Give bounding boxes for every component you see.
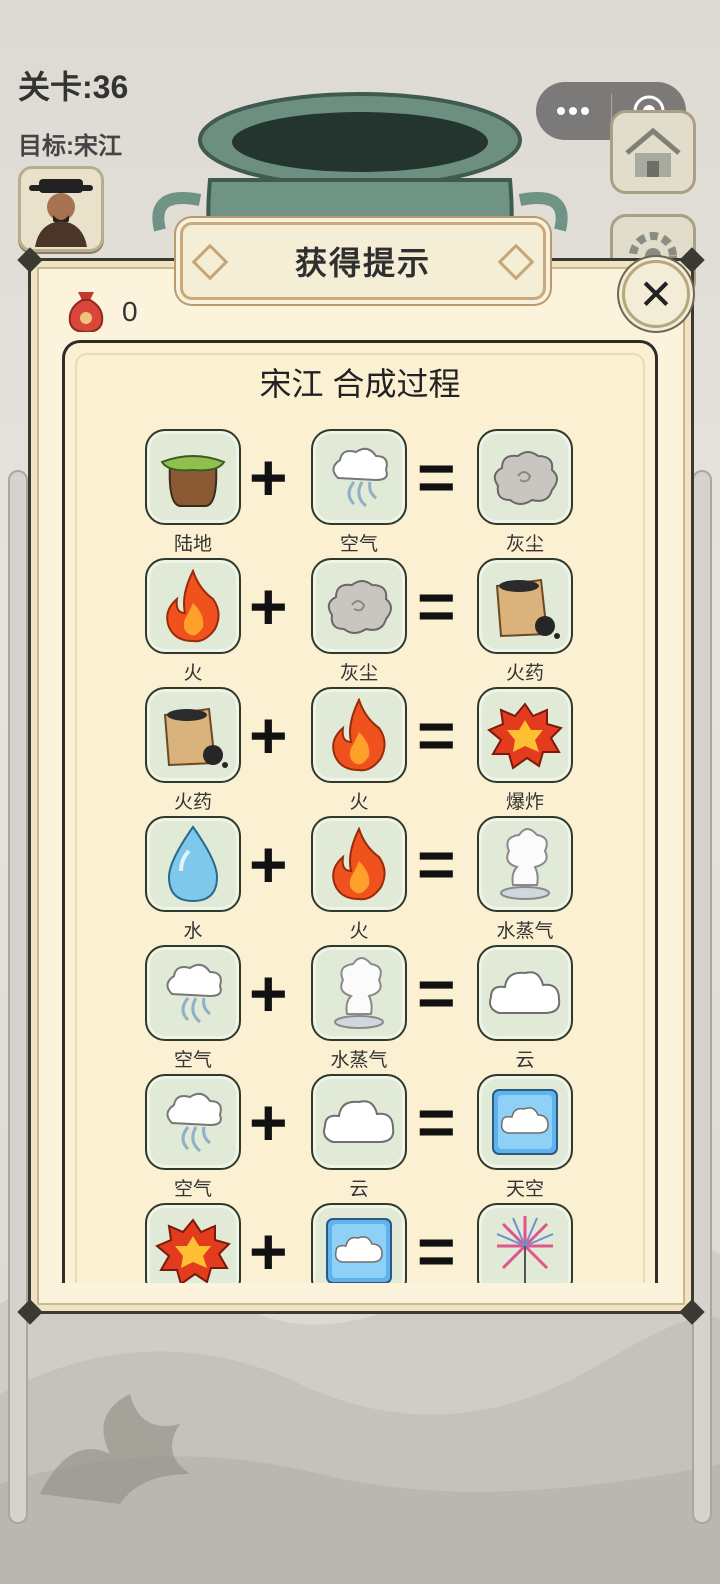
element-label: 空气 <box>173 1179 212 1200</box>
air-icon <box>145 945 241 1041</box>
water-icon <box>145 816 241 912</box>
equals-operator: = <box>417 569 456 643</box>
ingredient-slot[interactable]: 空气 <box>145 945 241 1071</box>
element-label: 火 <box>349 921 369 942</box>
level-indicator: 关卡:36 <box>18 69 129 105</box>
steam-icon <box>311 945 407 1041</box>
element-label: 空气 <box>339 534 378 555</box>
equals-operator: = <box>417 440 456 514</box>
explosion-icon <box>145 1203 241 1283</box>
air-icon <box>311 429 407 525</box>
cloud-icon <box>477 945 573 1041</box>
explosion-icon <box>477 687 573 783</box>
cloud-icon <box>311 1074 407 1170</box>
air-icon <box>145 1074 241 1170</box>
character-icon <box>29 179 93 247</box>
plus-operator: + <box>249 569 288 643</box>
result-slot[interactable]: 火药 <box>477 558 573 684</box>
plus-operator: + <box>249 956 288 1030</box>
fire-icon <box>311 816 407 912</box>
plus-operator: + <box>249 827 288 901</box>
dust-icon <box>311 558 407 654</box>
target-character-avatar[interactable] <box>18 166 104 252</box>
steam-icon <box>477 816 573 912</box>
process-panel: 宋江 合成过程 陆地 + 空气 = 灰尘火 + 灰尘 = 火药 火药 + 火 = 爆炸水 + 火 = 水蒸气 空气 +… <box>62 340 658 1283</box>
plus-operator: + <box>249 440 288 514</box>
close-icon: ✕ <box>638 270 674 318</box>
element-label: 火 <box>183 663 203 684</box>
money-bag-icon <box>68 292 104 332</box>
recipe-row: + = <box>145 1203 635 1283</box>
ingredient-slot[interactable]: 空气 <box>145 1074 241 1200</box>
equals-operator: = <box>417 1085 456 1159</box>
ingredient-slot[interactable]: 云 <box>311 1074 407 1200</box>
target-label: 目标:宋江 <box>18 133 122 160</box>
element-label: 灰尘 <box>339 663 378 684</box>
ingredient-slot[interactable]: 火 <box>311 816 407 942</box>
recipe-row: 空气 + 云 = 天空 <box>145 1074 635 1202</box>
fire-icon <box>145 558 241 654</box>
ingredient-slot[interactable]: 陆地 <box>145 429 241 555</box>
process-title: 宋江 合成过程 <box>259 366 461 402</box>
recipe-row: 陆地 + 空气 = 灰尘 <box>145 429 635 557</box>
plus-operator: + <box>249 698 288 772</box>
modal-title-banner: 获得提示 <box>180 222 546 300</box>
element-label: 云 <box>349 1179 369 1200</box>
ingredient-slot[interactable]: 火 <box>311 687 407 813</box>
land-icon <box>145 429 241 525</box>
modal-title: 获得提示 <box>294 245 431 281</box>
sky-icon <box>311 1203 407 1283</box>
house-icon <box>625 127 681 177</box>
ingredient-slot[interactable]: 火 <box>145 558 241 684</box>
equals-operator: = <box>417 1214 456 1283</box>
result-slot[interactable] <box>477 1203 573 1283</box>
ingredient-slot[interactable]: 水 <box>145 816 241 942</box>
recipe-row: 水 + 火 = 水蒸气 <box>145 816 635 944</box>
equals-operator: = <box>417 698 456 772</box>
gunpowder-icon <box>145 687 241 783</box>
close-button[interactable]: ✕ <box>622 260 690 328</box>
element-label: 陆地 <box>173 534 212 555</box>
hint-bag-count: 0 <box>122 296 138 327</box>
element-label: 水蒸气 <box>330 1050 388 1071</box>
element-label: 水蒸气 <box>496 921 554 942</box>
element-label: 火药 <box>173 792 212 813</box>
background-side-panel-left <box>8 470 28 1524</box>
banner-diamond-ornament <box>191 243 229 281</box>
banner-diamond-ornament <box>497 243 535 281</box>
recipe-row: 火药 + 火 = 爆炸 <box>145 687 635 815</box>
plus-operator: + <box>249 1214 288 1283</box>
result-slot[interactable]: 爆炸 <box>477 687 573 813</box>
recipe-row: 火 + 灰尘 = 火药 <box>145 558 635 686</box>
ingredient-slot[interactable]: 火药 <box>145 687 241 813</box>
background-side-panel-right <box>692 470 712 1524</box>
ingredient-slot[interactable] <box>145 1203 241 1283</box>
recipe-row: 空气 + 水蒸气 = 云 <box>145 945 635 1073</box>
element-label: 灰尘 <box>505 534 544 555</box>
element-label: 爆炸 <box>505 792 544 813</box>
ingredient-slot[interactable]: 灰尘 <box>311 558 407 684</box>
plus-operator: + <box>249 1085 288 1159</box>
result-slot[interactable]: 灰尘 <box>477 429 573 555</box>
element-label: 天空 <box>505 1179 544 1200</box>
ingredient-slot[interactable] <box>311 1203 407 1283</box>
fire-icon <box>311 687 407 783</box>
element-label: 火药 <box>505 663 544 684</box>
ingredient-slot[interactable]: 空气 <box>311 429 407 555</box>
result-slot[interactable]: 天空 <box>477 1074 573 1200</box>
element-label: 火 <box>349 792 369 813</box>
firework-icon <box>477 1203 573 1283</box>
element-label: 水 <box>183 921 203 942</box>
dust-icon <box>477 429 573 525</box>
home-button[interactable] <box>610 110 696 194</box>
element-label: 空气 <box>173 1050 212 1071</box>
sky-icon <box>477 1074 573 1170</box>
equals-operator: = <box>417 827 456 901</box>
gunpowder-icon <box>477 558 573 654</box>
ingredient-slot[interactable]: 水蒸气 <box>311 945 407 1071</box>
result-slot[interactable]: 云 <box>477 945 573 1071</box>
element-label: 云 <box>515 1050 535 1071</box>
equals-operator: = <box>417 956 456 1030</box>
result-slot[interactable]: 水蒸气 <box>477 816 573 942</box>
